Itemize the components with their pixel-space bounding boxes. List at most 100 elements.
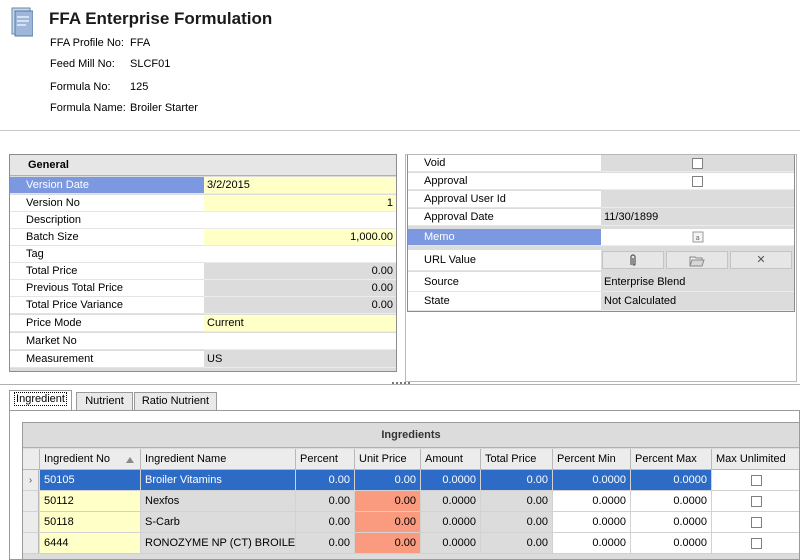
row-indicator[interactable] — [23, 533, 39, 554]
header-divider — [0, 130, 800, 131]
ingredient-name-cell: S-Carb — [141, 512, 296, 533]
percent-max-cell[interactable]: 0.0000 — [631, 512, 712, 533]
max-unlimited-cell — [712, 533, 799, 554]
tag-label: Tag — [10, 246, 204, 263]
version-no-field[interactable]: 1 — [204, 195, 396, 212]
percent-cell: 0.00 — [296, 533, 355, 554]
amount-cell: 0.0000 — [421, 491, 481, 512]
market-no-label: Market No — [10, 333, 204, 350]
col-max-unlimited[interactable]: Max Unlimited — [712, 449, 799, 470]
previous-total-price-value: 0.00 — [204, 280, 396, 297]
tab-ingredient[interactable]: Ingredient — [9, 390, 72, 411]
version-date-label: Version Date — [10, 177, 204, 194]
unit-price-cell[interactable]: 0.00 — [355, 470, 421, 491]
sort-ascending-icon — [126, 457, 134, 463]
row-indicator[interactable] — [23, 512, 39, 533]
batch-size-field[interactable]: 1,000.00 — [204, 229, 396, 246]
col-unit-price[interactable]: Unit Price — [355, 449, 421, 470]
tag-field[interactable] — [204, 246, 396, 263]
total-price-variance-row: Total Price Variance 0.00 — [10, 297, 396, 314]
col-percent-min[interactable]: Percent Min — [553, 449, 631, 470]
ingredient-name-cell[interactable]: Broiler Vitamins — [141, 470, 296, 491]
col-percent[interactable]: Percent — [296, 449, 355, 470]
unit-price-cell[interactable]: 0.00 — [355, 512, 421, 533]
description-label: Description — [10, 212, 204, 229]
col-percent-max[interactable]: Percent Max — [631, 449, 712, 470]
description-field[interactable] — [204, 212, 396, 229]
max-unlimited-cell — [712, 470, 799, 491]
row-indicator-header — [23, 449, 40, 470]
percent-min-cell[interactable]: 0.0000 — [553, 491, 631, 512]
feed-mill-label: Feed Mill No: — [50, 58, 115, 70]
version-no-label: Version No — [10, 195, 204, 212]
ingredient-no-cell[interactable]: 50112 — [40, 491, 141, 512]
total-price-cell[interactable]: 0.00 — [481, 470, 553, 491]
amount-cell: 0.0000 — [421, 512, 481, 533]
version-date-row[interactable]: Version Date 3/2/2015 — [10, 177, 396, 194]
percent-min-cell[interactable]: 0.0000 — [553, 512, 631, 533]
measurement-value: US — [204, 351, 396, 368]
previous-total-price-row: Previous Total Price 0.00 — [10, 280, 396, 297]
ingredient-name-cell: RONOZYME NP (CT) BROILERS — [141, 533, 296, 554]
tag-row: Tag — [10, 246, 396, 263]
row-indicator-icon[interactable]: › — [23, 470, 39, 491]
ingredient-no-cell[interactable]: 50105 — [40, 470, 141, 491]
tab-nutrient[interactable]: Nutrient — [76, 392, 133, 411]
tab-ratio-nutrient-label: Ratio Nutrient — [141, 395, 210, 407]
document-icon — [11, 7, 33, 37]
amount-cell[interactable]: 0.0000 — [421, 470, 481, 491]
formula-name-label: Formula Name: — [50, 102, 126, 114]
max-unlimited-checkbox[interactable] — [750, 537, 762, 549]
previous-total-price-label: Previous Total Price — [10, 280, 204, 297]
tab-ingredient-label: Ingredient — [14, 392, 67, 406]
col-ingredient-no-label: Ingredient No — [44, 453, 111, 465]
formula-name-value: Broiler Starter — [130, 102, 198, 114]
max-unlimited-checkbox[interactable] — [750, 495, 762, 507]
percent-min-cell[interactable]: 0.0000 — [553, 470, 631, 491]
max-unlimited-checkbox[interactable] — [750, 516, 762, 528]
price-mode-select[interactable]: Current — [204, 315, 396, 332]
tab-ratio-nutrient[interactable]: Ratio Nutrient — [134, 392, 217, 411]
total-price-value: 0.00 — [204, 263, 396, 280]
unit-price-cell[interactable]: 0.00 — [355, 533, 421, 554]
total-price-variance-value: 0.00 — [204, 297, 396, 314]
percent-cell: 0.00 — [296, 512, 355, 533]
total-price-label: Total Price — [10, 263, 204, 280]
percent-cell[interactable]: 0.00 — [296, 470, 355, 491]
amount-cell: 0.0000 — [421, 533, 481, 554]
ingredient-no-cell[interactable]: 50118 — [40, 512, 141, 533]
splitter-grip-icon[interactable] — [392, 382, 410, 386]
percent-max-cell[interactable]: 0.0000 — [631, 533, 712, 554]
col-ingredient-name[interactable]: Ingredient Name — [141, 449, 296, 470]
version-date-field[interactable]: 3/2/2015 — [204, 177, 396, 194]
version-no-row: Version No 1 — [10, 195, 396, 212]
total-price-variance-label: Total Price Variance — [10, 297, 204, 314]
unit-price-cell[interactable]: 0.00 — [355, 491, 421, 512]
max-unlimited-cell — [712, 512, 799, 533]
max-unlimited-cell — [712, 491, 799, 512]
percent-min-cell[interactable]: 0.0000 — [553, 533, 631, 554]
percent-max-cell[interactable]: 0.0000 — [631, 470, 712, 491]
general-section-title: General — [10, 155, 396, 176]
col-total-price[interactable]: Total Price — [481, 449, 553, 470]
batch-size-label: Batch Size — [10, 229, 204, 246]
formula-no-label: Formula No: — [50, 81, 111, 93]
price-mode-row: Price Mode Current — [10, 315, 396, 332]
ingredient-no-cell[interactable]: 6444 — [40, 533, 141, 554]
app-title: FFA Enterprise Formulation — [49, 9, 273, 28]
description-row: Description — [10, 212, 396, 229]
formula-no-value: 125 — [130, 81, 149, 93]
batch-size-row: Batch Size 1,000.00 — [10, 229, 396, 246]
max-unlimited-checkbox[interactable] — [750, 474, 762, 486]
approval-panel-frame — [405, 154, 797, 382]
tab-nutrient-label: Nutrient — [85, 395, 124, 407]
ingredient-name-cell: Nexfos — [141, 491, 296, 512]
profile-no-value: FFA — [130, 37, 151, 49]
col-ingredient-no[interactable]: Ingredient No — [40, 449, 141, 470]
total-price-row: Total Price 0.00 — [10, 263, 396, 280]
percent-max-cell[interactable]: 0.0000 — [631, 491, 712, 512]
row-indicator[interactable] — [23, 491, 39, 512]
market-no-field[interactable] — [204, 333, 396, 350]
ingredients-grid: Ingredients Ingredient No Ingredient Nam… — [22, 422, 800, 560]
col-amount[interactable]: Amount — [421, 449, 481, 470]
